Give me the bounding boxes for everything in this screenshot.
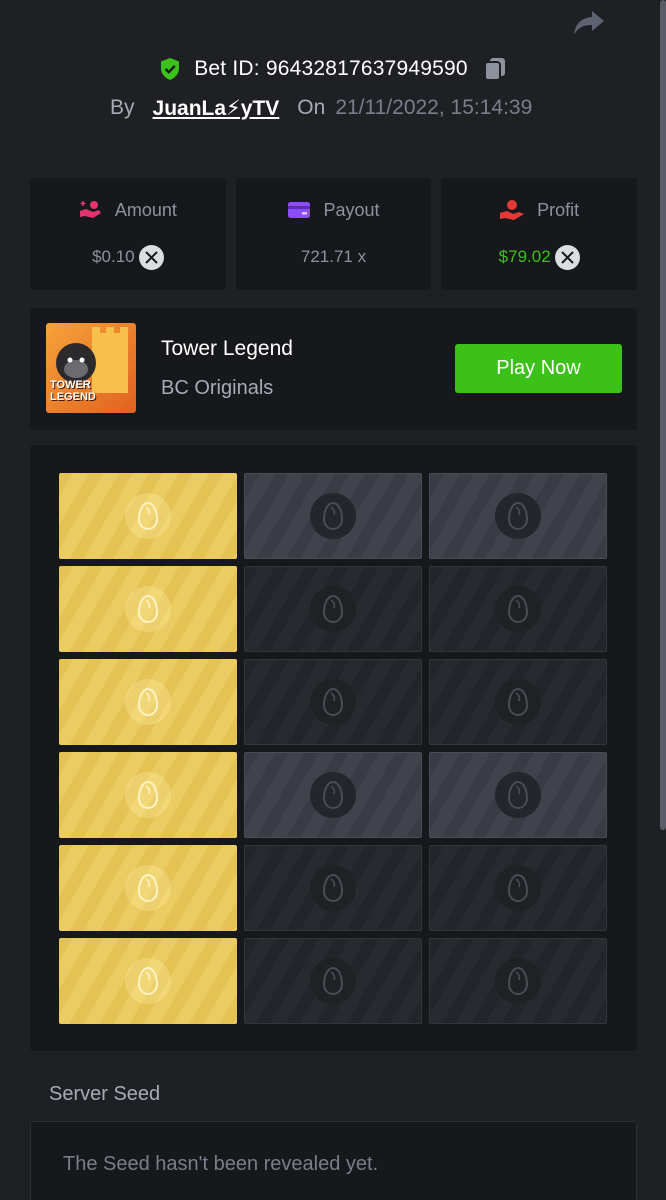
on-label: On bbox=[297, 96, 326, 119]
egg-icon bbox=[125, 772, 171, 818]
tile-r1-c3[interactable] bbox=[429, 473, 607, 559]
tile-r4-c2[interactable] bbox=[244, 752, 422, 838]
share-button[interactable] bbox=[570, 6, 608, 40]
tile-grid bbox=[59, 473, 607, 1024]
egg-icon bbox=[125, 493, 171, 539]
server-seed-text: The Seed hasn't been revealed yet. bbox=[63, 1153, 379, 1175]
stat-amount-label: Amount bbox=[114, 199, 177, 220]
tile-r5-c3[interactable] bbox=[429, 845, 607, 931]
egg-icon bbox=[310, 772, 356, 818]
scrollbar-thumb[interactable] bbox=[660, 0, 666, 830]
by-label: By bbox=[110, 96, 135, 119]
tile-r6-c1[interactable] bbox=[59, 938, 237, 1024]
stat-profit: Profit $79.02 bbox=[441, 178, 638, 290]
bet-stats: Amount $0.10 Payout 721.71 x Profit $79.… bbox=[30, 178, 638, 290]
tile-r3-c3[interactable] bbox=[429, 659, 607, 745]
stat-amount: Amount $0.10 bbox=[30, 178, 226, 290]
egg-icon bbox=[310, 493, 356, 539]
stat-payout-label: Payout bbox=[323, 199, 380, 220]
stat-amount-value: $0.10 bbox=[92, 247, 135, 266]
stat-profit-value: $79.02 bbox=[498, 247, 551, 266]
tile-r3-c2[interactable] bbox=[244, 659, 422, 745]
tile-r4-c3[interactable] bbox=[429, 752, 607, 838]
xrp-icon bbox=[138, 244, 164, 270]
stat-profit-label: Profit bbox=[537, 199, 580, 220]
egg-icon bbox=[310, 958, 356, 1004]
bet-datetime: 21/11/2022, 15:14:39 bbox=[335, 96, 533, 119]
tile-r5-c1[interactable] bbox=[59, 845, 237, 931]
stat-payout-value: 721.71 x bbox=[300, 247, 367, 266]
bet-meta-row: By JuanLa⚡yTV On 21/11/2022, 15:14:39 bbox=[110, 93, 532, 123]
game-thumbnail[interactable]: TOWER LEGEND bbox=[46, 323, 136, 413]
tile-r5-c2[interactable] bbox=[244, 845, 422, 931]
bet-detail-page: Bet ID: 96432817637949590 By JuanLa⚡yTV … bbox=[0, 0, 666, 1200]
server-seed-box: The Seed hasn't been revealed yet. bbox=[30, 1121, 637, 1200]
tile-r1-c2[interactable] bbox=[244, 473, 422, 559]
stat-payout: Payout 721.71 x bbox=[235, 178, 432, 290]
profit-hand-icon bbox=[500, 200, 525, 220]
server-seed-label: Server Seed bbox=[49, 1083, 161, 1105]
xrp-icon bbox=[554, 244, 580, 270]
hand-coins-icon bbox=[79, 201, 101, 218]
egg-icon bbox=[495, 958, 541, 1004]
egg-icon bbox=[125, 586, 171, 632]
egg-icon bbox=[125, 679, 171, 725]
bet-id: Bet ID: 96432817637949590 bbox=[194, 57, 468, 80]
tile-r2-c3[interactable] bbox=[429, 566, 607, 652]
tile-r1-c1[interactable] bbox=[59, 473, 237, 559]
egg-icon bbox=[125, 865, 171, 911]
game-thumbnail-text: TOWER LEGEND bbox=[50, 379, 96, 403]
game-provider: BC Originals bbox=[161, 377, 274, 399]
bet-id-row: Bet ID: 96432817637949590 bbox=[0, 52, 666, 86]
tile-r6-c2[interactable] bbox=[244, 938, 422, 1024]
tile-r4-c1[interactable] bbox=[59, 752, 237, 838]
egg-icon bbox=[310, 865, 356, 911]
game-board bbox=[30, 445, 637, 1051]
egg-icon bbox=[495, 865, 541, 911]
egg-icon bbox=[310, 586, 356, 632]
egg-icon bbox=[310, 679, 356, 725]
tile-r3-c1[interactable] bbox=[59, 659, 237, 745]
egg-icon bbox=[495, 679, 541, 725]
egg-icon bbox=[125, 958, 171, 1004]
card-icon bbox=[288, 202, 311, 218]
play-now-button[interactable]: Play Now bbox=[455, 344, 622, 393]
username-link[interactable]: JuanLa⚡yTV bbox=[153, 96, 280, 121]
game-card: TOWER LEGEND Tower Legend BC Originals P… bbox=[30, 308, 637, 430]
tile-r2-c1[interactable] bbox=[59, 566, 237, 652]
egg-icon bbox=[495, 772, 541, 818]
egg-icon bbox=[495, 493, 541, 539]
tile-r6-c3[interactable] bbox=[429, 938, 607, 1024]
game-title[interactable]: Tower Legend bbox=[161, 337, 293, 361]
shield-check-icon bbox=[161, 58, 180, 80]
tile-r2-c2[interactable] bbox=[244, 566, 422, 652]
egg-icon bbox=[495, 586, 541, 632]
share-arrow-icon bbox=[574, 11, 604, 35]
copy-icon[interactable] bbox=[482, 56, 508, 82]
